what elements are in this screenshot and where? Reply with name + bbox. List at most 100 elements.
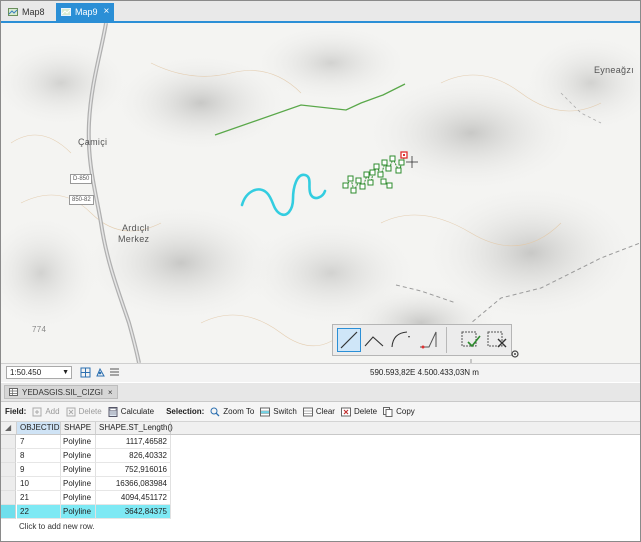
zoom-to-button[interactable]: Zoom To (210, 407, 254, 417)
table-row-selected[interactable]: 22 Polyline 3642,84375 (1, 505, 640, 519)
row-selector[interactable] (1, 505, 16, 519)
sort-indicator-icon: ◢ (1, 422, 17, 434)
sketch-tool-palette (332, 324, 512, 356)
copy-label: Copy (396, 407, 415, 416)
line-segment-tool[interactable] (337, 328, 361, 352)
copy-icon (383, 406, 393, 417)
snapping-icon[interactable] (95, 367, 106, 378)
delete-selection-button[interactable]: Delete (340, 407, 378, 417)
trace-icon (420, 331, 437, 349)
finish-icon (461, 331, 481, 348)
delete-field-button[interactable]: Delete (66, 407, 102, 417)
cell-length[interactable]: 16366,083984 (96, 477, 171, 491)
cell-shape[interactable]: Polyline (61, 491, 96, 505)
grid-snap-icon[interactable] (80, 367, 91, 378)
scale-selector[interactable]: 1:50.450 ▼ (6, 366, 72, 379)
table-icon (9, 388, 18, 396)
column-header-length[interactable]: SHAPE.ST_Length() (96, 422, 173, 434)
column-header-objectid[interactable]: OBJECTID (17, 422, 61, 434)
tab-label: Map9 (75, 7, 98, 17)
cell-objectid[interactable]: 7 (17, 435, 61, 449)
cell-length[interactable]: 3642,84375 (96, 505, 171, 519)
delete-label: Delete (353, 407, 378, 416)
switch-label: Switch (273, 407, 297, 416)
attribute-table: ◢ OBJECTID SHAPE SHAPE.ST_Length() 7 Pol… (1, 422, 640, 541)
trace-tool[interactable] (417, 328, 441, 352)
table-row[interactable]: 21 Polyline 4094,451172 (1, 491, 640, 505)
cell-length[interactable]: 826,40332 (96, 449, 171, 463)
map-icon (61, 8, 71, 16)
close-icon[interactable]: × (108, 388, 113, 397)
place-label: Çamiçi (78, 137, 108, 147)
cancel-sketch-button[interactable] (485, 328, 509, 352)
clear-selection-button[interactable]: Clear (302, 407, 335, 417)
add-field-icon (32, 407, 42, 416)
cell-objectid[interactable]: 22 (17, 505, 61, 519)
table-row[interactable]: 9 Polyline 752,916016 (1, 463, 640, 477)
arc-tool[interactable] (389, 328, 413, 352)
row-selector[interactable] (1, 491, 16, 505)
cell-length[interactable]: 4094,451172 (96, 491, 171, 505)
cell-shape[interactable]: Polyline (61, 463, 96, 477)
row-selector[interactable] (1, 449, 16, 463)
add-new-row-text[interactable]: Click to add new row. (19, 522, 95, 531)
delete-field-label: Delete (78, 407, 102, 416)
cell-shape[interactable]: Polyline (61, 477, 96, 491)
place-label: Merkez (118, 234, 150, 244)
gear-icon[interactable] (510, 349, 520, 359)
row-selector[interactable] (1, 435, 16, 449)
calculate-label: Calculate (120, 407, 155, 416)
column-header-shape[interactable]: SHAPE (61, 422, 96, 434)
tab-label: Map8 (22, 7, 45, 17)
field-label: Field: (5, 407, 27, 416)
palette-divider (446, 327, 447, 353)
table-row[interactable]: 10 Polyline 16366,083984 (1, 477, 640, 491)
list-icon[interactable] (109, 367, 120, 378)
calculator-icon (108, 406, 118, 417)
view-tab-bar: Map8 Map9 × (1, 1, 640, 23)
table-row[interactable]: 7 Polyline 1117,46582 (1, 435, 640, 449)
row-selector[interactable] (1, 477, 16, 491)
cell-objectid[interactable]: 9 (17, 463, 61, 477)
copy-button[interactable]: Copy (383, 406, 415, 417)
cell-length[interactable]: 1117,46582 (96, 435, 171, 449)
cell-shape[interactable]: Polyline (61, 435, 96, 449)
line-icon (340, 331, 358, 349)
zoom-to-label: Zoom To (223, 407, 255, 416)
cell-shape[interactable]: Polyline (61, 449, 96, 463)
cell-objectid[interactable]: 10 (17, 477, 61, 491)
cell-objectid[interactable]: 8 (17, 449, 61, 463)
place-label: Eyneağzı (594, 65, 634, 75)
tab-map8[interactable]: Map8 (3, 3, 50, 21)
table-header: ◢ OBJECTID SHAPE SHAPE.ST_Length() (1, 422, 640, 435)
application-window: Map8 Map9 × Eyneağzı Çamiçi Ardıçlı Merk… (0, 0, 641, 542)
table-tab-label: YEDASGIS.SIL_CIZGI (22, 387, 103, 397)
chevron-down-icon: ▼ (62, 369, 69, 376)
table-row[interactable]: 8 Polyline 826,40332 (1, 449, 640, 463)
angle-line-icon (364, 336, 384, 347)
tab-map9[interactable]: Map9 × (56, 3, 115, 21)
cell-objectid[interactable]: 21 (17, 491, 61, 505)
right-angle-tool[interactable] (363, 328, 387, 352)
cursor-coordinates: 590.593,82E 4.500.433,03N m (370, 368, 479, 377)
cell-length[interactable]: 752,916016 (96, 463, 171, 477)
map-view[interactable]: Eyneağzı Çamiçi Ardıçlı Merkez D-850 850… (1, 23, 640, 363)
map-status-bar: 1:50.450 ▼ 590.593,82E 4.500.433,03N m (1, 363, 640, 382)
row-selector[interactable] (1, 463, 16, 477)
tab-attribute-table[interactable]: YEDASGIS.SIL_CIZGI × (4, 385, 118, 399)
switch-icon (260, 407, 271, 416)
selection-label: Selection: (166, 407, 205, 416)
clear-icon (302, 407, 313, 416)
arc-icon (391, 331, 410, 348)
cancel-icon (487, 331, 507, 348)
close-icon[interactable]: × (104, 7, 110, 17)
road-label: D-850 (70, 174, 93, 184)
scale-value: 1:50.450 (10, 368, 42, 377)
add-row-line[interactable]: Click to add new row. (1, 519, 640, 535)
finish-sketch-button[interactable] (459, 328, 483, 352)
delete-rows-icon (340, 407, 351, 416)
calculate-field-button[interactable]: Calculate (108, 406, 155, 417)
add-field-button[interactable]: Add (32, 407, 60, 417)
switch-selection-button[interactable]: Switch (260, 407, 297, 417)
cell-shape[interactable]: Polyline (61, 505, 96, 519)
